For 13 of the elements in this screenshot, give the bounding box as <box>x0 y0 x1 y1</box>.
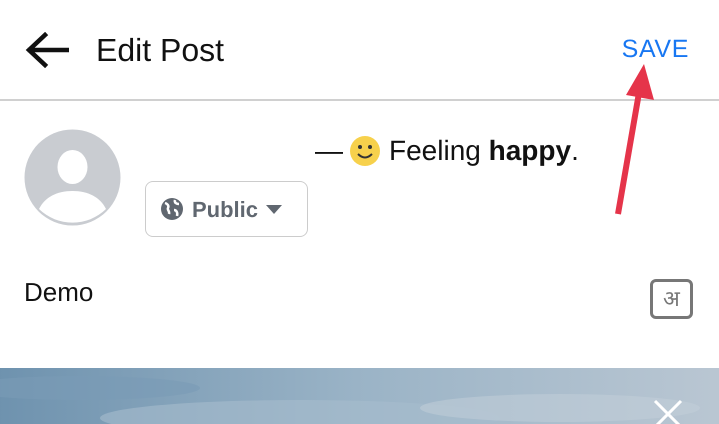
globe-icon <box>160 197 184 221</box>
feeling-text: Feeling happy. <box>389 134 579 168</box>
feeling-dash: — <box>315 134 343 168</box>
post-text: Demo <box>24 276 94 308</box>
caret-icon <box>266 204 282 214</box>
language-button[interactable]: अ <box>650 279 693 319</box>
back-button[interactable] <box>24 30 70 70</box>
back-arrow-icon <box>25 32 69 68</box>
page-title: Edit Post <box>96 30 224 70</box>
smiley-icon <box>349 135 381 167</box>
close-icon <box>652 398 684 424</box>
save-button[interactable]: SAVE <box>622 30 689 68</box>
audience-button[interactable]: Public <box>145 181 308 237</box>
